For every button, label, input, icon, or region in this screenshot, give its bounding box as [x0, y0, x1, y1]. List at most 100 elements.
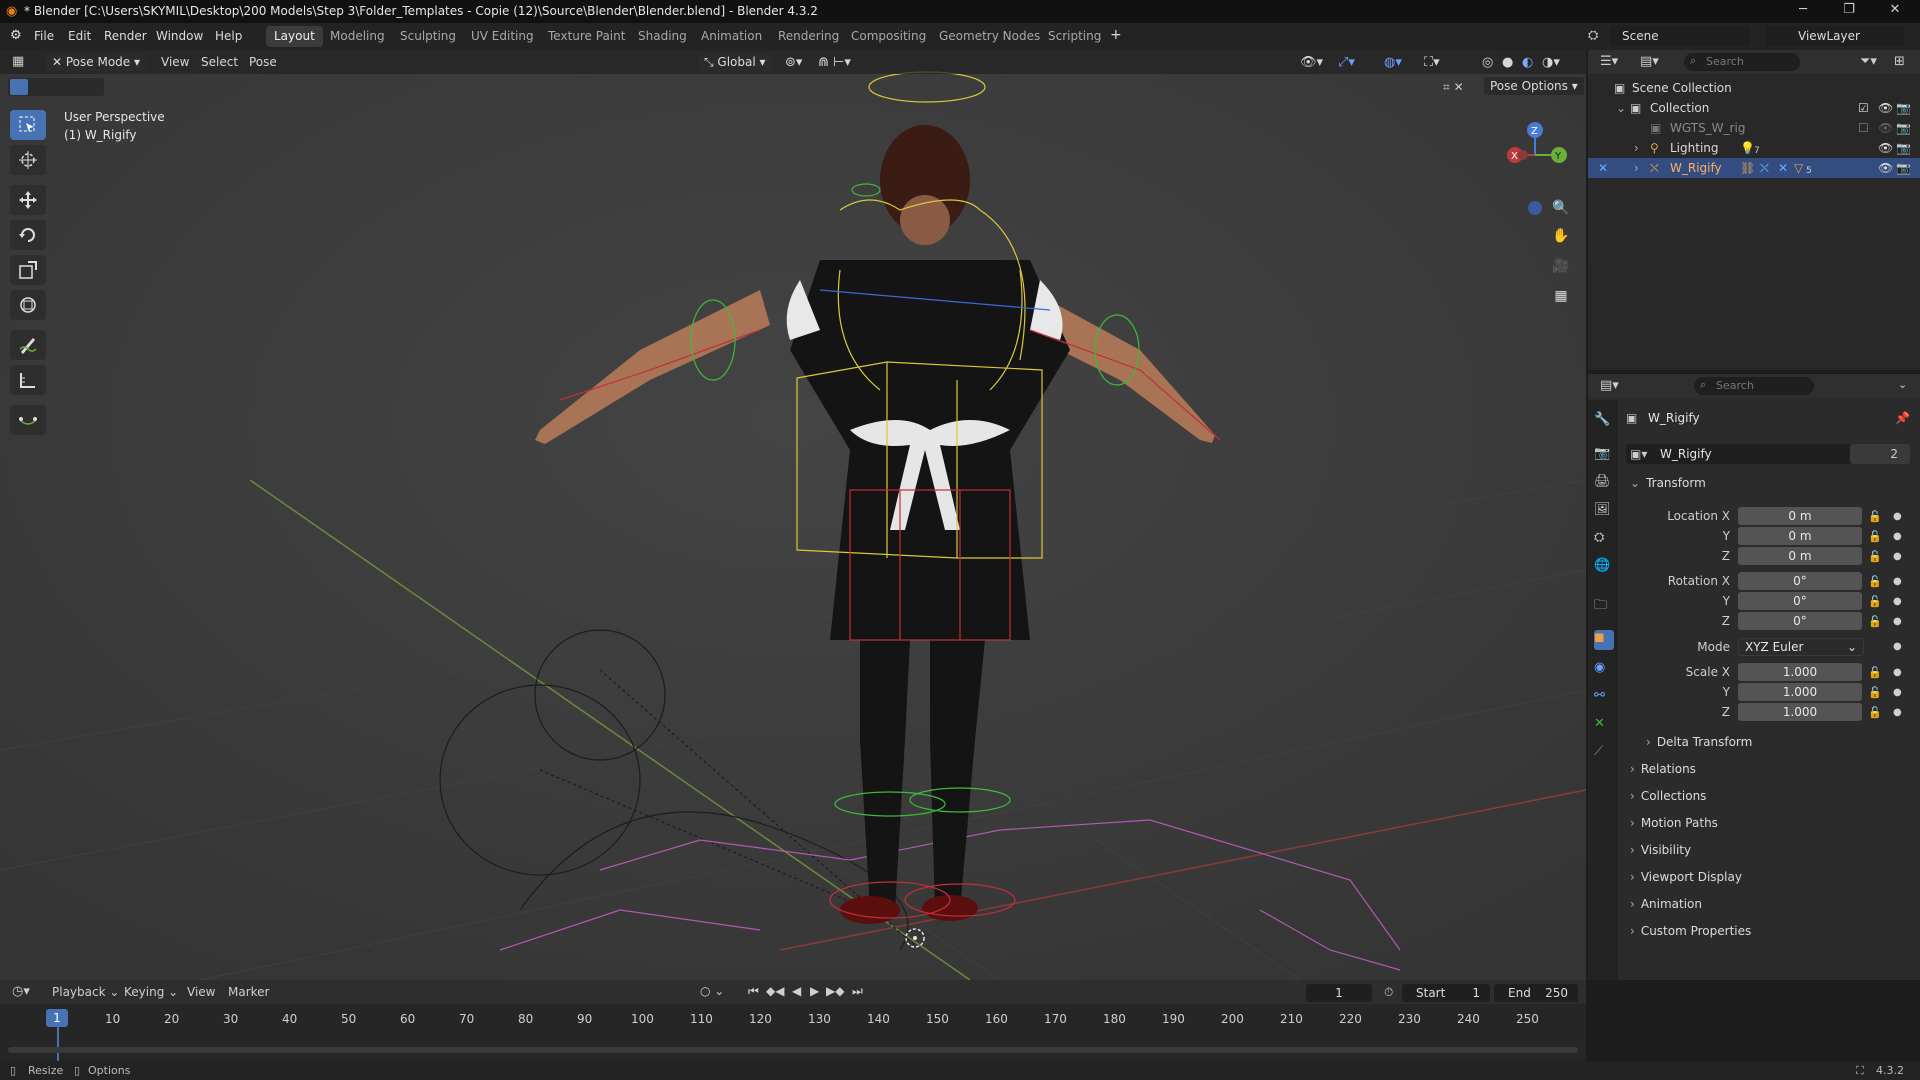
wgts-camera-icon[interactable]: 📷 [1896, 121, 1911, 135]
current-frame-field[interactable]: 1 [1306, 984, 1372, 1002]
collection-tab-icon[interactable]: 🗀 [1594, 596, 1614, 616]
scene-icon[interactable]: ⛭ [1588, 28, 1598, 43]
delta-transform-header[interactable]: › Delta Transform [1646, 735, 1920, 757]
outliner-item-wgts[interactable]: ▣ WGTS_W_rig ☐ 👁 📷 [1588, 118, 1920, 138]
outliner-item-lighting[interactable]: › ⚲ Lighting 💡 7 👁 📷 [1588, 138, 1920, 158]
menu-edit[interactable]: Edit [68, 29, 91, 43]
outliner-item-w-rigify[interactable]: ✕ › ⛌ W_Rigify ⛓ ⛌ ✕ ▽ 5 👁 📷 [1588, 158, 1920, 178]
tool-scale[interactable] [10, 255, 46, 285]
animation-panel-header[interactable]: › Animation [1630, 897, 1910, 919]
tool-rotate[interactable] [10, 220, 46, 250]
rotation-x-field[interactable]: 0° [1738, 572, 1862, 590]
outliner-scene-collection[interactable]: ▣ Scene Collection [1588, 78, 1920, 98]
close-icon[interactable]: ✕ [1880, 2, 1910, 20]
scale-z-field[interactable]: 1.000 [1738, 703, 1862, 721]
tab-geometry-nodes[interactable]: Geometry Nodes [931, 26, 1048, 47]
keyframe-dot-icon[interactable]: ● [1893, 707, 1902, 718]
tab-uv-editing[interactable]: UV Editing [463, 26, 542, 47]
expand-chevron-icon[interactable]: › [1634, 141, 1639, 155]
next-keyframe-icon[interactable]: ▶◆ [826, 984, 844, 998]
collapse-chevron-icon[interactable]: ⌄ [1616, 101, 1626, 115]
lock-scale-x-icon[interactable]: 🔓 [1868, 666, 1882, 679]
tab-rendering[interactable]: Rendering [770, 26, 847, 47]
playback-menu[interactable]: Playback ⌄ [52, 985, 119, 999]
minimize-icon[interactable]: ─ [1788, 2, 1818, 20]
wgts-checkbox-icon[interactable]: ☐ [1858, 121, 1869, 135]
visibility-panel-header[interactable]: › Visibility [1630, 843, 1910, 865]
properties-options-icon[interactable]: ⌄ [1898, 378, 1907, 391]
location-z-field[interactable]: 0 m [1738, 547, 1862, 565]
prev-keyframe-icon[interactable]: ◆◀ [766, 984, 784, 998]
keyframe-dot-icon[interactable]: ● [1893, 687, 1902, 698]
keyframe-dot-icon[interactable]: ● [1893, 667, 1902, 678]
armature-tab-icon[interactable]: ✕ [1594, 716, 1614, 736]
keyframe-dot-icon[interactable]: ● [1893, 551, 1902, 562]
keyframe-dot-icon[interactable]: ● [1893, 531, 1902, 542]
keyframe-dot-icon[interactable]: ● [1893, 596, 1902, 607]
overlays-icon[interactable]: ◍▾ [1384, 55, 1402, 70]
constraints-tab-icon[interactable]: ⚯ [1594, 688, 1614, 708]
rendered-shading-icon[interactable]: ◑▾ [1542, 55, 1560, 70]
lock-location-x-icon[interactable]: 🔓 [1868, 510, 1882, 523]
select-mode-buttons[interactable] [8, 78, 104, 96]
location-x-field[interactable]: 0 m [1738, 507, 1862, 525]
tool-measure[interactable] [10, 365, 46, 395]
location-y-field[interactable]: 0 m [1738, 527, 1862, 545]
users-count[interactable]: 2 [1850, 444, 1910, 464]
lighting-eye-icon[interactable]: 👁 [1878, 141, 1893, 155]
menu-window[interactable]: Window [156, 29, 203, 43]
render-tab-icon[interactable]: 📷 [1594, 446, 1614, 466]
menu-view[interactable]: View [161, 55, 189, 69]
jump-start-icon[interactable]: ⏮ [748, 984, 759, 999]
tab-modeling[interactable]: Modeling [322, 26, 393, 47]
pose-options-icons[interactable]: ⌗ ✕ [1443, 80, 1464, 95]
object-tab-icon[interactable]: ◼ [1594, 630, 1614, 650]
lock-location-z-icon[interactable]: 🔓 [1868, 550, 1882, 563]
object-name-field[interactable]: ▣▾ W_Rigify [1626, 444, 1866, 464]
pin-icon[interactable]: 📌 [1895, 411, 1910, 425]
tab-scripting[interactable]: Scripting [1040, 26, 1109, 47]
view-layer-tab-icon[interactable]: 🖼 [1594, 502, 1614, 522]
play-reverse-icon[interactable]: ◀ [792, 984, 801, 998]
scale-y-field[interactable]: 1.000 [1738, 683, 1862, 701]
tool-tab-icon[interactable]: 🔧 [1594, 412, 1614, 432]
rotation-y-field[interactable]: 0° [1738, 592, 1862, 610]
stopwatch-icon[interactable]: ⏱ [1384, 985, 1393, 1000]
keying-menu[interactable]: Keying ⌄ [124, 985, 178, 999]
scale-x-field[interactable]: 1.000 [1738, 663, 1862, 681]
maximize-icon[interactable]: ❐ [1834, 2, 1864, 20]
tool-select-box[interactable] [10, 110, 46, 140]
properties-search-input[interactable]: ⌕ Search [1694, 377, 1814, 395]
keyframe-dot-icon[interactable]: ● [1893, 511, 1902, 522]
scene-tab-icon[interactable]: ⛭ [1594, 530, 1614, 550]
add-workspace-icon[interactable]: + [1110, 27, 1122, 43]
lighting-camera-icon[interactable]: 📷 [1896, 141, 1911, 155]
menu-render[interactable]: Render [104, 29, 147, 43]
pan-hand-icon[interactable]: ✋ [1548, 223, 1574, 249]
viewport-display-panel-header[interactable]: › Viewport Display [1630, 870, 1910, 892]
menu-select[interactable]: Select [201, 55, 238, 69]
rigify-expand-chevron-icon[interactable]: › [1634, 161, 1639, 175]
menu-pose[interactable]: Pose [249, 55, 277, 69]
editor-type-icon[interactable]: ▦ [12, 54, 24, 69]
tab-sculpting[interactable]: Sculpting [392, 26, 464, 47]
mode-dropdown[interactable]: ✕ Pose Mode ▾ [46, 53, 148, 71]
scene-selector[interactable]: Scene [1610, 26, 1750, 46]
relations-panel-header[interactable]: › Relations [1630, 762, 1910, 784]
camera-icon[interactable]: 📷 [1896, 101, 1911, 115]
tab-texture-paint[interactable]: Texture Paint [540, 26, 633, 47]
jump-end-icon[interactable]: ⏭ [852, 984, 863, 999]
gizmo-toggle-icon[interactable]: ⤢▾ [1338, 55, 1355, 70]
outliner-search-input[interactable]: ⌕ Search [1684, 53, 1800, 71]
collections-panel-header[interactable]: › Collections [1630, 789, 1910, 811]
wgts-eye-icon[interactable]: 👁 [1878, 121, 1893, 135]
select-new-icon[interactable] [10, 79, 28, 95]
solid-shading-icon[interactable]: ● [1502, 55, 1513, 70]
physics-tab-icon[interactable]: ◉ [1594, 660, 1614, 680]
outliner-editor-icon[interactable]: ☰▾ [1600, 54, 1618, 69]
filter-icon[interactable]: ⏷▾ [1860, 54, 1877, 69]
grid-ortho-icon[interactable]: ▦ [1548, 283, 1574, 309]
start-frame-field[interactable]: Start 1 [1402, 984, 1490, 1002]
lock-rotation-y-icon[interactable]: 🔓 [1868, 595, 1882, 608]
transform-panel-header[interactable]: ⌄ Transform [1630, 476, 1910, 498]
